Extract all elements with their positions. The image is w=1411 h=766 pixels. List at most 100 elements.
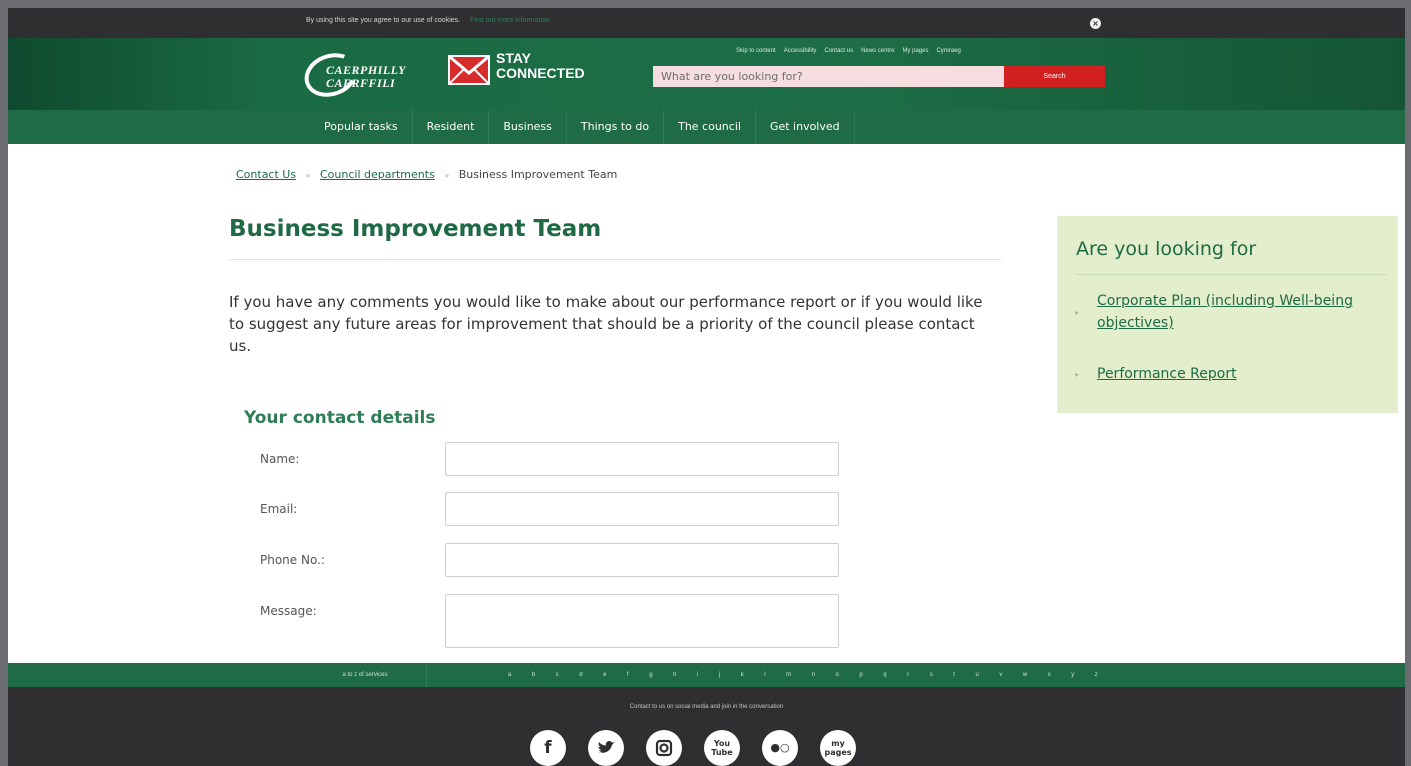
search-input[interactable] — [653, 66, 1004, 87]
a-to-z-letter-r[interactable]: r — [907, 672, 909, 678]
a-to-z-letter-v[interactable]: v — [999, 672, 1002, 678]
envelope-flap-icon — [450, 57, 488, 83]
email-field[interactable] — [445, 492, 839, 526]
stay-connected-logo[interactable]: STAY CONNECTED — [448, 50, 598, 92]
utility-links: Skip to content Accessibility Contact us… — [736, 48, 961, 54]
a-to-z-letter-w[interactable]: w — [1023, 672, 1027, 678]
instagram-glyph-icon — [655, 739, 673, 757]
flickr-icon[interactable]: ●○ — [762, 730, 798, 766]
nav-item-business[interactable]: Business — [489, 110, 567, 144]
nav-item-resident[interactable]: Resident — [413, 110, 490, 144]
site-footer: Contact to us on social media and join i… — [8, 687, 1405, 766]
related-links-panel: Are you looking for ▸ Corporate Plan (in… — [1057, 216, 1398, 413]
breadcrumb-separator-icon: » — [305, 171, 311, 180]
nav-item-popular-tasks[interactable]: Popular tasks — [310, 110, 413, 144]
breadcrumb-separator-icon: » — [444, 171, 450, 180]
a-to-z-letter-g[interactable]: g — [649, 672, 652, 678]
email-label: Email: — [260, 502, 298, 516]
contact-us-link[interactable]: Contact us — [824, 48, 853, 54]
browser-viewport: By using this site you agree to our use … — [8, 8, 1405, 766]
a-to-z-letter-j[interactable]: j — [719, 672, 720, 678]
stay-text-line2: CONNECTED — [496, 65, 585, 81]
envelope-icon — [448, 55, 490, 85]
nav-list: Popular tasks Resident Business Things t… — [310, 110, 855, 144]
nav-item-the-council[interactable]: The council — [664, 110, 756, 144]
contact-details-heading: Your contact details — [244, 408, 436, 428]
stay-text-line1: STAY — [496, 50, 532, 66]
a-to-z-letter-y[interactable]: y — [1071, 672, 1074, 678]
cookie-text: By using this site you agree to our use … — [306, 17, 461, 24]
a-to-z-letter-c[interactable]: c — [556, 672, 559, 678]
a-to-z-letter-p[interactable]: p — [859, 672, 862, 678]
my-pages-link[interactable]: My pages — [902, 48, 928, 54]
skip-to-content-link[interactable]: Skip to content — [736, 48, 776, 54]
corporate-plan-link[interactable]: Corporate Plan (including Well-being obj… — [1097, 290, 1387, 334]
name-label: Name: — [260, 452, 300, 466]
phone-label: Phone No.: — [260, 553, 325, 567]
message-label: Message: — [260, 604, 317, 618]
a-to-z-letter-e[interactable]: e — [603, 672, 606, 678]
bullet-arrow-icon: ▸ — [1075, 370, 1080, 379]
title-divider — [229, 259, 1001, 260]
close-icon[interactable]: × — [1090, 18, 1101, 29]
a-to-z-letter-a[interactable]: a — [508, 672, 511, 678]
youtube-icon[interactable]: You Tube — [704, 730, 740, 766]
cymraeg-link[interactable]: Cymraeg — [936, 48, 960, 54]
my-pages-icon[interactable]: my pages — [820, 730, 856, 766]
social-links: f You Tube ●○ my pages — [530, 730, 856, 766]
cookie-more-info-link[interactable]: Find out more information — [470, 17, 550, 24]
a-to-z-letter-n[interactable]: n — [812, 672, 815, 678]
breadcrumb-current: Business Improvement Team — [458, 168, 618, 181]
a-to-z-bar: a to z of services a b c d e f g h i j k l m n o p q r s t u… — [8, 663, 1405, 687]
twitter-bird-icon — [598, 740, 615, 753]
youtube-text-top: You — [713, 739, 731, 748]
sidebar-divider — [1076, 274, 1387, 275]
message-field[interactable] — [445, 594, 839, 648]
twitter-icon[interactable] — [588, 730, 624, 766]
a-to-z-label[interactable]: a to z of services — [304, 663, 427, 687]
council-logo[interactable]: CAERPHILLY CAERFFILI — [298, 46, 434, 104]
a-to-z-letter-o[interactable]: o — [836, 672, 839, 678]
main-navigation: Popular tasks Resident Business Things t… — [8, 110, 1405, 144]
page-title: Business Improvement Team — [229, 216, 602, 242]
a-to-z-letter-t[interactable]: t — [953, 672, 955, 678]
a-to-z-letter-m[interactable]: m — [786, 672, 791, 678]
a-to-z-letter-x[interactable]: x — [1048, 672, 1051, 678]
a-to-z-letter-z[interactable]: z — [1095, 672, 1098, 678]
cookie-message: By using this site you agree to our use … — [306, 17, 550, 24]
a-to-z-letter-s[interactable]: s — [930, 672, 933, 678]
phone-field[interactable] — [445, 543, 839, 577]
bullet-arrow-icon: ▸ — [1075, 308, 1080, 317]
a-to-z-letter-q[interactable]: q — [883, 672, 886, 678]
cookie-bar: By using this site you agree to our use … — [8, 8, 1405, 38]
instagram-icon[interactable] — [646, 730, 682, 766]
breadcrumb-council-departments[interactable]: Council departments — [320, 168, 435, 181]
intro-text: If you have any comments you would like … — [229, 293, 983, 355]
footer-social-text: Contact to us on social media and join i… — [629, 704, 784, 710]
a-to-z-letter-u[interactable]: u — [975, 672, 978, 678]
accessibility-link[interactable]: Accessibility — [784, 48, 817, 54]
my-pages-text-top: my — [831, 739, 845, 748]
my-pages-text-bottom: pages — [824, 748, 852, 757]
a-to-z-letter-k[interactable]: k — [741, 672, 744, 678]
name-field[interactable] — [445, 442, 839, 476]
youtube-text-bottom: Tube — [711, 748, 733, 757]
a-to-z-letter-f[interactable]: f — [627, 672, 629, 678]
performance-report-link[interactable]: Performance Report — [1097, 363, 1237, 385]
nav-item-get-involved[interactable]: Get involved — [756, 110, 855, 144]
a-to-z-letter-l[interactable]: l — [764, 672, 765, 678]
breadcrumb: Contact Us » Council departments » Busin… — [236, 168, 617, 181]
stay-connected-text: STAY CONNECTED — [496, 51, 585, 81]
nav-item-things-to-do[interactable]: Things to do — [567, 110, 665, 144]
logo-text-welsh: CAERFFILI — [326, 76, 396, 90]
facebook-icon[interactable]: f — [530, 730, 566, 766]
a-to-z-letter-h[interactable]: h — [673, 672, 676, 678]
breadcrumb-contact-us[interactable]: Contact Us — [236, 168, 296, 181]
search-button[interactable]: Search — [1004, 66, 1105, 87]
news-centre-link[interactable]: News centre — [861, 48, 894, 54]
site-header: CAERPHILLY CAERFFILI STAY CONNECTED Skip… — [8, 38, 1405, 110]
a-to-z-letters: a b c d e f g h i j k l m n o p q r s t u v w x y z — [508, 663, 1098, 687]
a-to-z-letter-b[interactable]: b — [532, 672, 535, 678]
a-to-z-letter-d[interactable]: d — [579, 672, 582, 678]
a-to-z-letter-i[interactable]: i — [697, 672, 698, 678]
